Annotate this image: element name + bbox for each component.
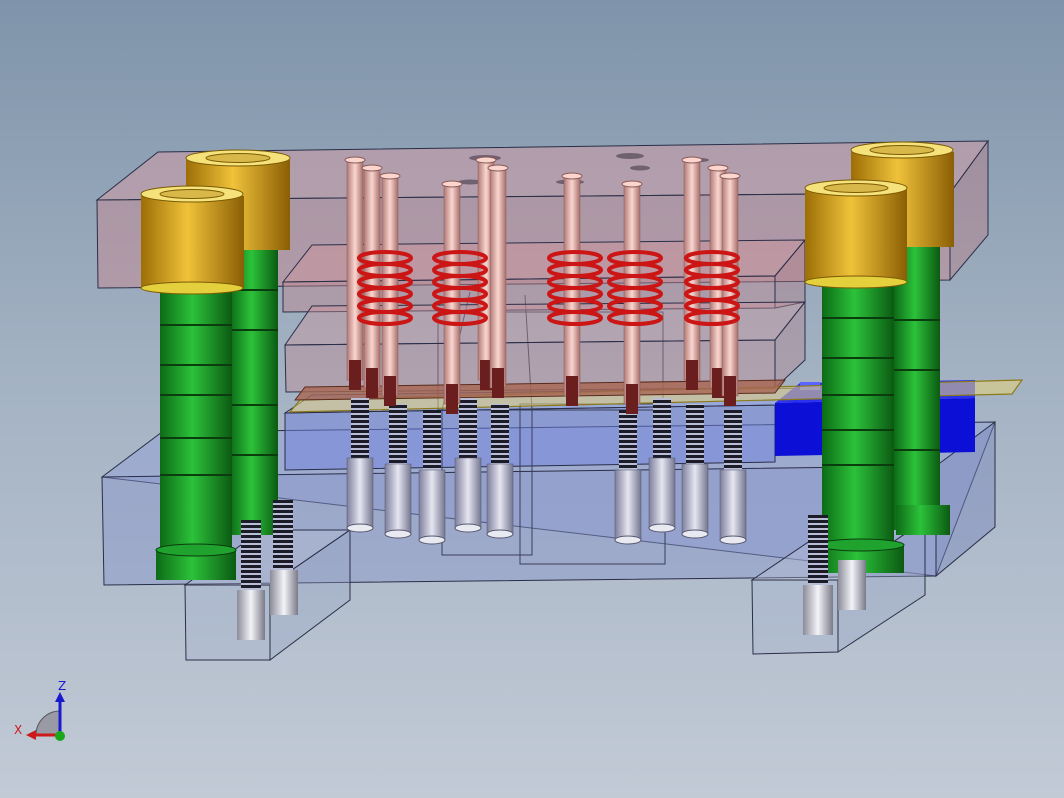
coil-spring	[547, 250, 603, 326]
z-axis-label: Z	[58, 679, 66, 693]
coil-spring	[432, 250, 488, 326]
x-axis-arrow-icon	[26, 730, 36, 740]
punch[interactable]	[361, 164, 383, 398]
x-axis-label: X	[14, 723, 22, 737]
coil-spring	[607, 250, 663, 326]
coil-spring	[357, 250, 413, 326]
punch[interactable]	[487, 164, 509, 398]
punch[interactable]	[621, 180, 643, 414]
coil-spring	[684, 250, 740, 326]
cad-3d-viewport[interactable]: Z X	[0, 0, 1064, 798]
y-axis-dot-icon	[55, 731, 65, 741]
z-axis-arrow-icon	[55, 692, 65, 702]
axis-triad: Z X	[14, 679, 66, 741]
